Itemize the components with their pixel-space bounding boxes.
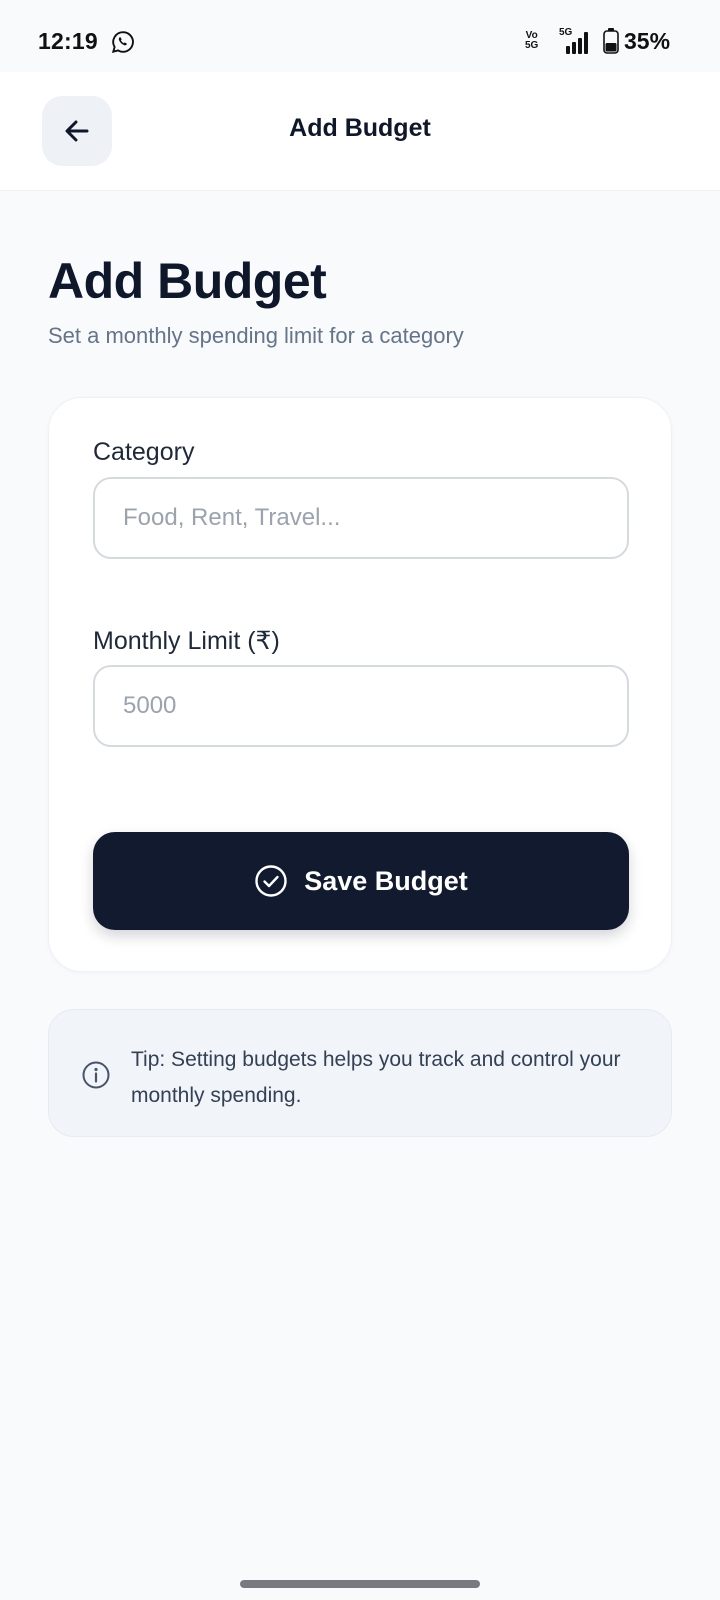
home-indicator[interactable] xyxy=(240,1580,480,1588)
monthly-limit-label: Monthly Limit (₹) xyxy=(93,627,280,655)
battery-icon xyxy=(603,28,619,54)
monthly-limit-input[interactable] xyxy=(93,665,629,747)
app-bar-title: Add Budget xyxy=(289,114,431,142)
save-budget-label: Save Budget xyxy=(304,865,468,896)
tip-card: Tip: Setting budgets helps you track and… xyxy=(48,1009,672,1137)
save-budget-button[interactable]: Save Budget xyxy=(93,832,629,930)
page-title: Add Budget xyxy=(48,253,327,309)
volte-icon: Vo 5G xyxy=(525,30,539,51)
status-bar: 12:19 Vo 5G 5G 35% xyxy=(0,0,720,72)
add-budget-screen: 12:19 Vo 5G 5G 35% Add Budget Add Budget… xyxy=(0,0,720,1600)
battery-percentage: 35% xyxy=(624,28,671,54)
category-label: Category xyxy=(93,438,195,466)
app-bar: Add Budget xyxy=(0,72,720,191)
category-input[interactable] xyxy=(93,477,629,559)
info-icon xyxy=(82,1061,110,1089)
signal-icon xyxy=(566,32,588,54)
budget-form-card: Category Monthly Limit (₹) Save Budget xyxy=(48,397,672,972)
check-circle-icon xyxy=(255,865,287,897)
status-time: 12:19 xyxy=(38,28,98,54)
page-subtitle: Set a monthly spending limit for a categ… xyxy=(48,323,464,348)
tip-text: Tip: Setting budgets helps you track and… xyxy=(131,1048,621,1107)
whatsapp-icon xyxy=(111,31,134,54)
